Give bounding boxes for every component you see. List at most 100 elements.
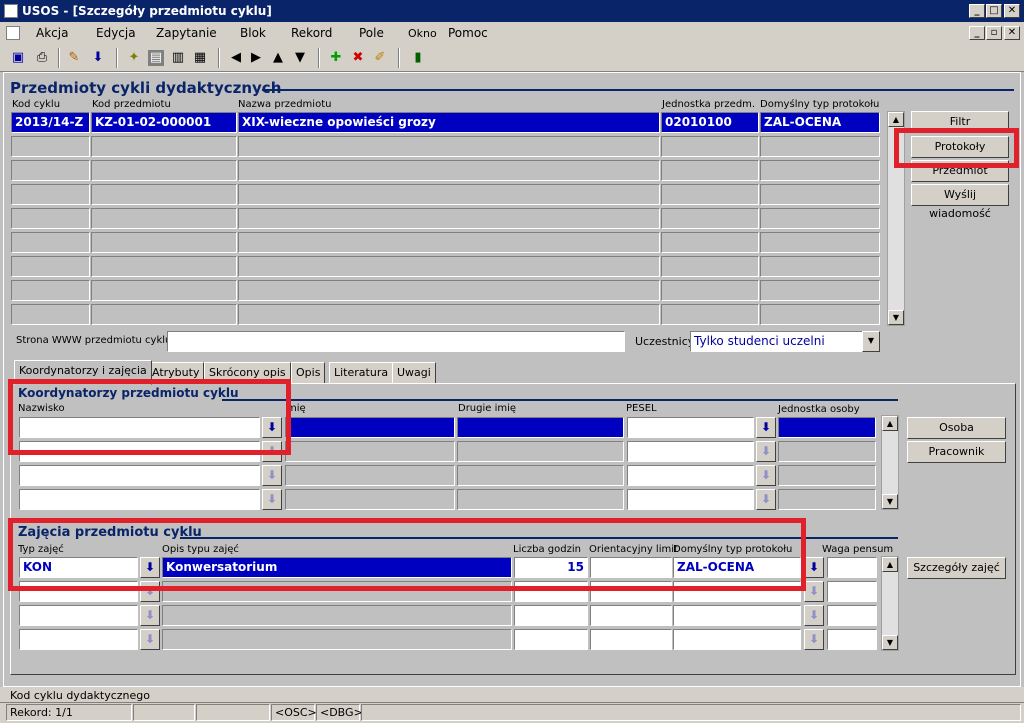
query-icon[interactable]: ✦ xyxy=(126,50,142,66)
imie-field[interactable] xyxy=(285,417,455,438)
jednostka-osoby-field[interactable] xyxy=(778,417,876,438)
prev-icon[interactable]: ◀ xyxy=(228,50,244,66)
nazwisko-field[interactable] xyxy=(19,465,260,486)
typ-zajec-field[interactable] xyxy=(19,605,138,626)
opis-typu-field[interactable] xyxy=(162,629,512,650)
chevron-down-icon[interactable]: ▼ xyxy=(862,331,880,352)
tab-opis[interactable]: Opis xyxy=(291,362,326,384)
empty-cell[interactable] xyxy=(661,256,759,277)
scrollbar-coordinators[interactable]: ▲ ▼ xyxy=(881,415,899,510)
imie-field[interactable] xyxy=(285,489,455,510)
empty-cell[interactable] xyxy=(11,208,90,229)
nazwisko-field[interactable] xyxy=(19,489,260,510)
limit-field[interactable] xyxy=(590,605,672,626)
empty-cell[interactable] xyxy=(760,184,880,205)
add-record-icon[interactable]: ✚ xyxy=(328,50,344,66)
empty-cell[interactable] xyxy=(661,160,759,181)
pesel-field[interactable] xyxy=(627,489,754,510)
lov-download-icon[interactable]: ⬇ xyxy=(262,465,282,486)
next-icon[interactable]: ▶ xyxy=(248,50,264,66)
empty-cell[interactable] xyxy=(11,280,90,301)
tab-literatura[interactable]: Literatura xyxy=(329,362,394,384)
execute-query-icon[interactable]: ▤ xyxy=(148,50,164,66)
waga-pensum-field[interactable] xyxy=(827,557,877,578)
limit-field[interactable] xyxy=(590,629,672,650)
pesel-field[interactable] xyxy=(627,441,754,462)
empty-cell[interactable] xyxy=(91,280,237,301)
lov-download-icon[interactable]: ⬇ xyxy=(804,581,824,602)
empty-cell[interactable] xyxy=(11,232,90,253)
empty-cell[interactable] xyxy=(91,208,237,229)
clear-icon[interactable]: ✐ xyxy=(372,50,388,66)
pesel-field[interactable] xyxy=(627,465,754,486)
empty-cell[interactable] xyxy=(238,136,660,157)
empty-cell[interactable] xyxy=(760,208,880,229)
delete-record-icon[interactable]: ✖ xyxy=(350,50,366,66)
lov-download-icon[interactable]: ⬇ xyxy=(756,489,776,510)
empty-cell[interactable] xyxy=(91,304,237,325)
empty-cell[interactable] xyxy=(661,304,759,325)
drugie-imie-field[interactable] xyxy=(457,489,624,510)
lov-download-icon[interactable]: ⬇ xyxy=(804,629,824,650)
empty-cell[interactable] xyxy=(760,280,880,301)
jednostka-osoby-field[interactable] xyxy=(778,465,876,486)
empty-cell[interactable] xyxy=(661,208,759,229)
lov-download-icon[interactable]: ⬇ xyxy=(140,605,160,626)
empty-cell[interactable] xyxy=(91,256,237,277)
exit-icon[interactable]: ▮ xyxy=(410,50,426,66)
cell-typ-protokolu[interactable]: ZAL-OCENA xyxy=(760,112,880,133)
empty-cell[interactable] xyxy=(760,136,880,157)
drugie-imie-field[interactable] xyxy=(457,441,624,462)
typ-protokolu-field[interactable] xyxy=(673,605,801,626)
empty-cell[interactable] xyxy=(760,304,880,325)
pesel-field[interactable] xyxy=(627,417,754,438)
imie-field[interactable] xyxy=(285,441,455,462)
wyslij-wiadomosc-button[interactable]: Wyślij wiadomość xyxy=(911,184,1009,220)
menu-edycja[interactable]: Edycja xyxy=(96,26,136,40)
osoba-button[interactable]: Osoba xyxy=(907,417,1006,439)
scrollbar-classes[interactable]: ▲ ▼ xyxy=(881,556,899,651)
child-minimize-icon[interactable]: _ xyxy=(969,26,985,40)
cell-nazwa-przedmiotu[interactable]: XIX-wieczne opowieści grozy xyxy=(238,112,660,133)
empty-cell[interactable] xyxy=(661,136,759,157)
empty-cell[interactable] xyxy=(11,160,90,181)
empty-cell[interactable] xyxy=(238,280,660,301)
empty-cell[interactable] xyxy=(91,184,237,205)
drugie-imie-field[interactable] xyxy=(457,465,624,486)
waga-pensum-field[interactable] xyxy=(827,581,877,602)
minimize-icon[interactable]: _ xyxy=(969,4,985,18)
child-restore-icon[interactable]: ▫ xyxy=(986,26,1002,40)
chart-icon[interactable]: ▥ xyxy=(170,50,186,66)
lov-download-icon[interactable]: ⬇ xyxy=(804,605,824,626)
close-icon[interactable]: ✕ xyxy=(1004,4,1020,18)
lov-download-icon[interactable]: ⬇ xyxy=(756,417,776,438)
menu-blok[interactable]: Blok xyxy=(240,26,266,40)
menu-rekord[interactable]: Rekord xyxy=(291,26,332,40)
jednostka-osoby-field[interactable] xyxy=(778,441,876,462)
scroll-up-icon[interactable]: ▲ xyxy=(882,416,898,431)
empty-cell[interactable] xyxy=(760,256,880,277)
empty-cell[interactable] xyxy=(11,184,90,205)
empty-cell[interactable] xyxy=(238,160,660,181)
up-icon[interactable]: ▲ xyxy=(270,50,286,66)
menu-zapytanie[interactable]: Zapytanie xyxy=(156,26,217,40)
empty-cell[interactable] xyxy=(11,136,90,157)
opis-typu-field[interactable] xyxy=(162,605,512,626)
empty-cell[interactable] xyxy=(238,304,660,325)
typ-zajec-field[interactable] xyxy=(19,629,138,650)
menu-akcja[interactable]: Akcja xyxy=(36,26,68,40)
empty-cell[interactable] xyxy=(661,280,759,301)
empty-cell[interactable] xyxy=(238,184,660,205)
menu-okno[interactable]: Okno xyxy=(408,27,437,40)
lov-download-icon[interactable]: ⬇ xyxy=(140,629,160,650)
waga-pensum-field[interactable] xyxy=(827,629,877,650)
empty-cell[interactable] xyxy=(238,208,660,229)
empty-cell[interactable] xyxy=(661,232,759,253)
save-icon[interactable]: ▣ xyxy=(10,50,26,66)
bars-icon[interactable]: ▦ xyxy=(192,50,208,66)
print-icon[interactable]: ⎙ xyxy=(34,50,50,66)
empty-cell[interactable] xyxy=(760,232,880,253)
empty-cell[interactable] xyxy=(238,256,660,277)
download-icon[interactable]: ⬇ xyxy=(90,50,106,66)
empty-cell[interactable] xyxy=(661,184,759,205)
